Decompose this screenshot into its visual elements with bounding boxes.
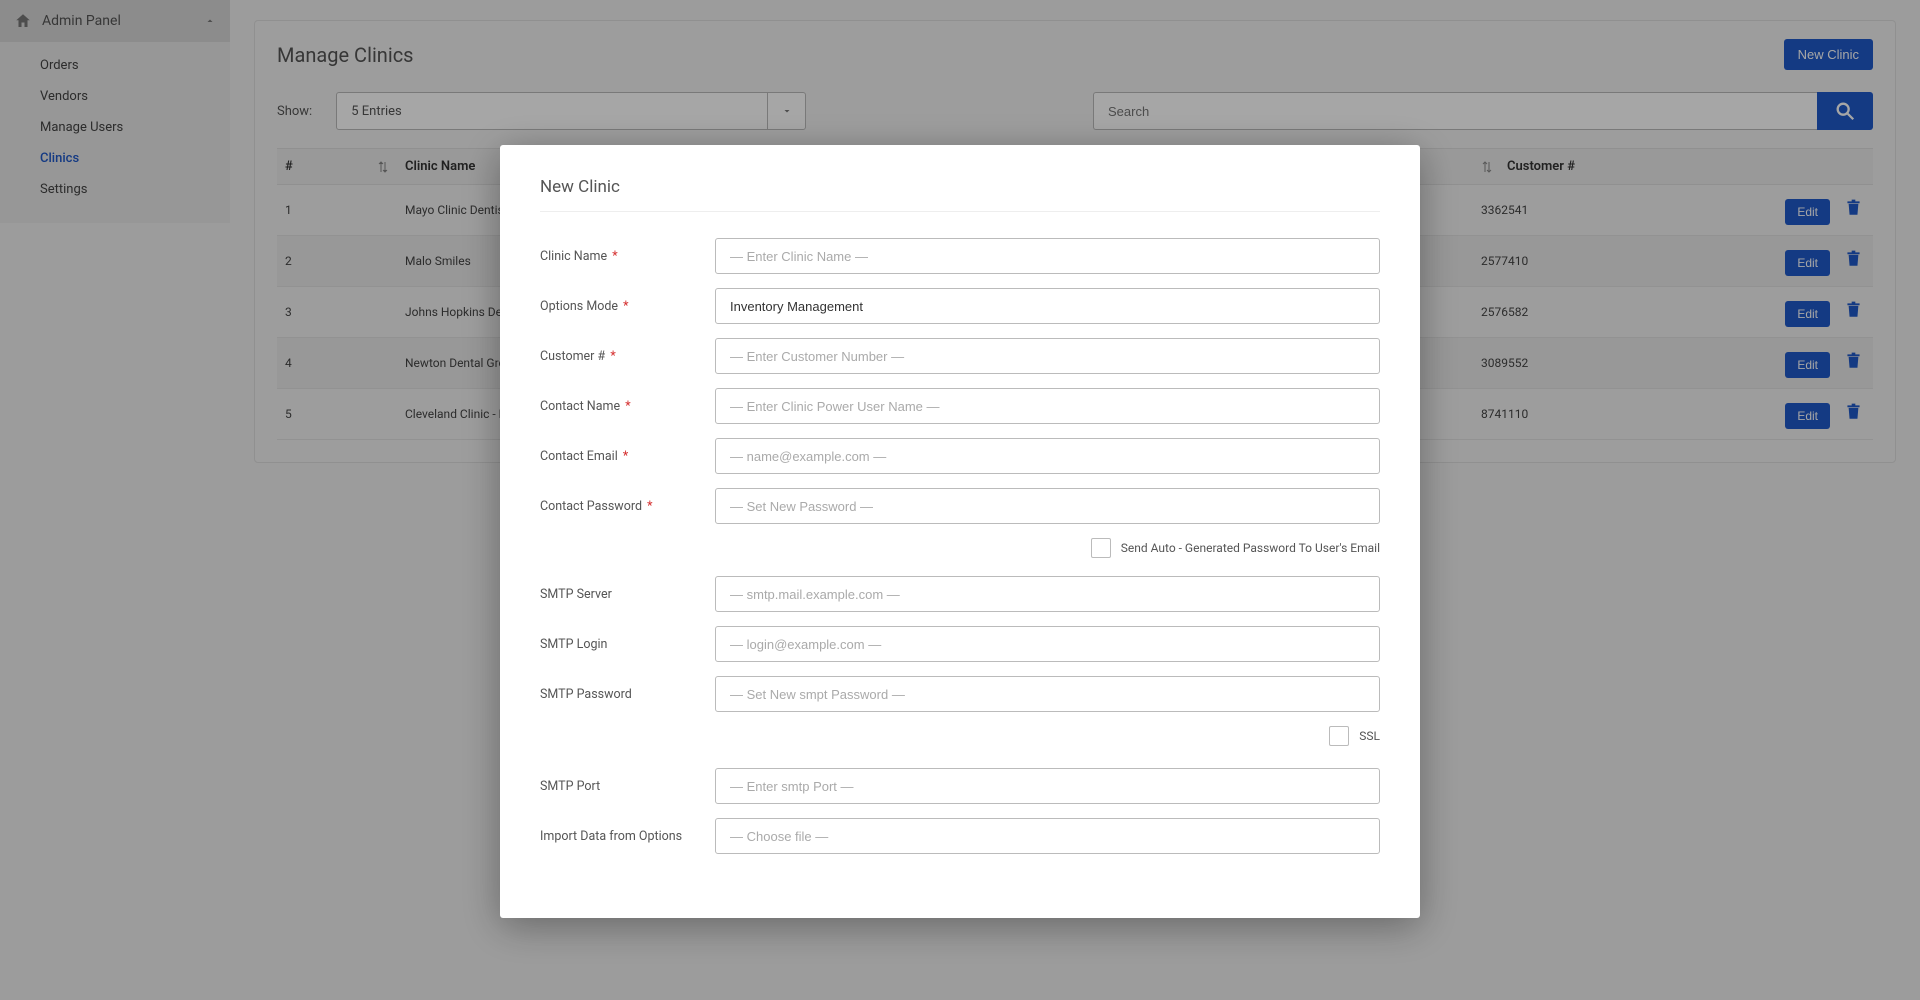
ssl-checkbox[interactable] [1329, 726, 1349, 746]
smtp-port-label: SMTP Port [540, 779, 715, 794]
clinic-name-label: Clinic Name * [540, 249, 715, 264]
contact-email-label: Contact Email * [540, 449, 715, 464]
smtp-login-label: SMTP Login [540, 637, 715, 652]
modal-title: New Clinic [540, 177, 1380, 212]
customer-num-label: Customer # * [540, 349, 715, 364]
smtp-server-input[interactable] [715, 576, 1380, 612]
new-clinic-modal: New Clinic Clinic Name * Options Mode * Cu… [500, 145, 1420, 918]
smtp-password-input[interactable] [715, 676, 1380, 712]
modal-backdrop[interactable]: New Clinic Clinic Name * Options Mode * Cu… [0, 0, 1920, 1000]
import-label: Import Data from Options [540, 829, 715, 844]
contact-name-label: Contact Name * [540, 399, 715, 414]
contact-password-input[interactable] [715, 488, 1380, 524]
smtp-login-input[interactable] [715, 626, 1380, 662]
contact-email-input[interactable] [715, 438, 1380, 474]
clinic-name-input[interactable] [715, 238, 1380, 274]
customer-num-input[interactable] [715, 338, 1380, 374]
contact-password-label: Contact Password * [540, 499, 715, 514]
smtp-password-label: SMTP Password [540, 687, 715, 702]
options-mode-label: Options Mode * [540, 299, 715, 314]
options-mode-input[interactable] [715, 288, 1380, 324]
smtp-port-input[interactable] [715, 768, 1380, 804]
ssl-label: SSL [1359, 729, 1380, 743]
smtp-server-label: SMTP Server [540, 587, 715, 602]
contact-name-input[interactable] [715, 388, 1380, 424]
auto-password-label: Send Auto - Generated Password To User's… [1121, 541, 1380, 555]
import-input[interactable] [715, 818, 1380, 854]
auto-password-checkbox[interactable] [1091, 538, 1111, 558]
